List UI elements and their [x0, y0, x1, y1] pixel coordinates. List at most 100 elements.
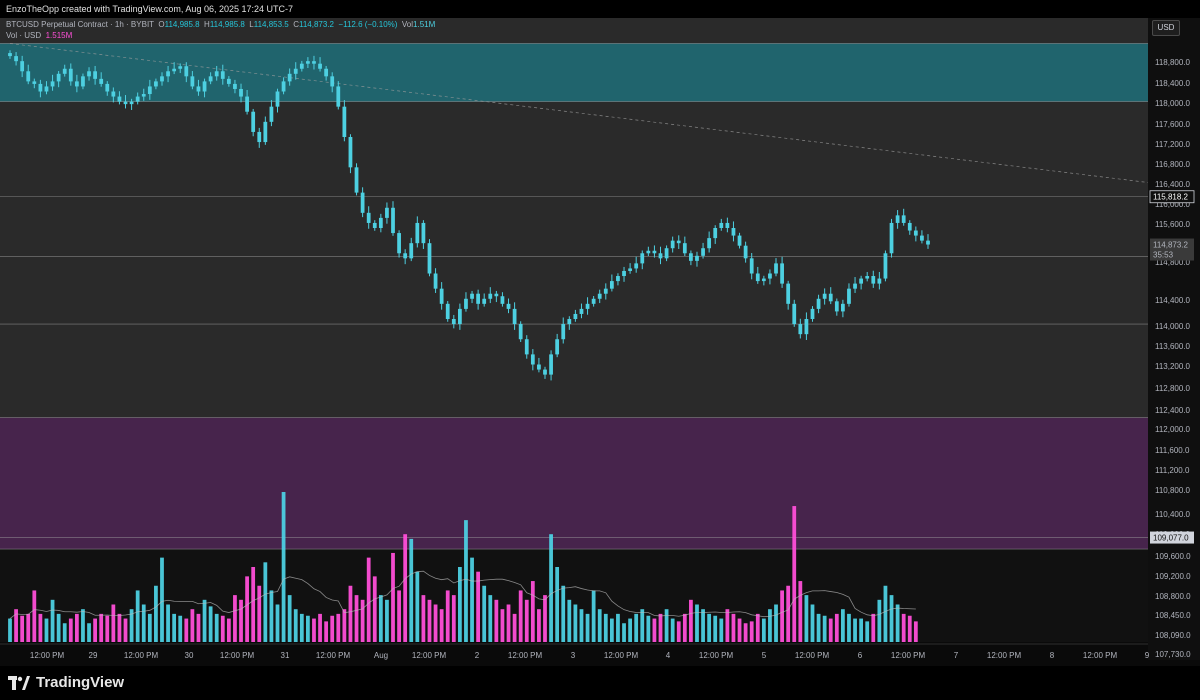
- volume-bar: [8, 618, 12, 642]
- candle: [226, 78, 231, 84]
- candle: [81, 76, 85, 87]
- volume-bar: [506, 604, 511, 642]
- volume-bar: [360, 599, 365, 642]
- candle: [591, 298, 596, 304]
- candle: [792, 303, 797, 325]
- volume-bar: [117, 613, 122, 642]
- volume-bar: [44, 618, 49, 642]
- tradingview-logo[interactable]: TradingView: [8, 674, 124, 691]
- volume-bar: [342, 609, 347, 642]
- candle: [907, 222, 912, 231]
- candle: [646, 250, 651, 254]
- volume-bar: [415, 571, 420, 642]
- volume-bar: [494, 599, 499, 642]
- attribution-bar: EnzoTheOpp created with TradingView.com,…: [0, 0, 1200, 18]
- candle: [780, 263, 784, 284]
- candle: [628, 268, 632, 271]
- candle: [20, 61, 25, 72]
- x-tick-label: 30: [185, 651, 194, 660]
- volume-bar: [409, 538, 414, 642]
- volume-bar: [445, 590, 450, 642]
- x-tick-label: 8: [1050, 651, 1055, 660]
- candle: [312, 61, 316, 64]
- y-tick-label: 116,400.0: [1155, 180, 1191, 189]
- candle: [913, 230, 918, 236]
- candle: [135, 96, 140, 102]
- volume-bar: [269, 590, 274, 642]
- candle: [275, 91, 280, 107]
- candle: [391, 207, 395, 234]
- volume-bar: [421, 595, 426, 642]
- volume-bar: [281, 492, 286, 642]
- candle: [597, 293, 602, 299]
- volume-bar: [877, 599, 882, 642]
- y-tick-label: 113,600.0: [1155, 342, 1191, 351]
- candle: [342, 106, 347, 137]
- y-tick-label: 111,600.0: [1155, 446, 1190, 455]
- candle: [360, 192, 365, 213]
- y-tick-label: 117,600.0: [1155, 120, 1191, 129]
- x-tick-label: 12:00 PM: [316, 651, 351, 660]
- candle: [543, 369, 547, 375]
- volume-bar: [476, 571, 481, 642]
- candle: [409, 243, 414, 259]
- candle: [123, 101, 128, 105]
- x-tick-label: 3: [571, 651, 576, 660]
- chart-area[interactable]: BTCUSD Perpetual Contract · 1h · BYBIT O…: [0, 18, 1200, 660]
- volume-bar: [847, 613, 851, 642]
- volume-bar: [731, 613, 736, 642]
- candle: [299, 63, 304, 69]
- y-tick-label: 107,730.0: [1155, 650, 1191, 659]
- candle: [804, 319, 809, 335]
- candle: [707, 238, 712, 249]
- currency-button[interactable]: USD: [1152, 20, 1180, 36]
- y-tick-label: 108,800.0: [1155, 592, 1191, 601]
- volume-bar: [774, 604, 778, 642]
- volume-bar: [287, 595, 292, 642]
- x-tick-label: 29: [89, 651, 98, 660]
- candle: [883, 253, 888, 279]
- volume-bar: [324, 621, 329, 642]
- volume-bar: [573, 604, 578, 642]
- candle: [196, 86, 201, 92]
- volume-bar: [682, 613, 687, 642]
- volume-bar: [816, 613, 821, 642]
- candle: [445, 303, 450, 319]
- volume-bar: [834, 613, 839, 642]
- y-tick-label: 110,400.0: [1155, 510, 1191, 519]
- volume-bar: [306, 615, 310, 642]
- volume-bar: [713, 615, 718, 642]
- volume-bar: [482, 585, 487, 642]
- x-tick-label: 12:00 PM: [699, 651, 734, 660]
- x-tick-label: 12:00 PM: [987, 651, 1022, 660]
- volume-bar: [549, 534, 553, 642]
- candle: [682, 243, 687, 254]
- candle: [530, 354, 535, 365]
- volume-bar: [889, 595, 894, 642]
- volume-bar: [597, 609, 602, 642]
- volume-bar: [457, 567, 462, 642]
- volume-bar: [749, 621, 754, 642]
- x-tick-label: 12:00 PM: [891, 651, 926, 660]
- candle: [567, 319, 572, 325]
- candle: [111, 91, 116, 97]
- volume-bar: [591, 590, 596, 642]
- candle: [99, 78, 104, 84]
- candle: [184, 66, 189, 77]
- x-tick-label: 4: [666, 651, 671, 660]
- volume-bar: [32, 590, 37, 642]
- volume-bar: [810, 604, 815, 642]
- candle: [713, 228, 718, 239]
- candle: [828, 293, 833, 302]
- y-tick-label: 111,200.0: [1155, 466, 1190, 475]
- candle: [810, 308, 815, 319]
- low-value: 114,853.5: [253, 20, 289, 29]
- volume-bar: [226, 618, 231, 642]
- tradingview-logo-icon: [8, 675, 30, 690]
- price-chart[interactable]: 118,800.0 118,400.0 118,000.0 117,600.0 117,…: [0, 18, 1200, 660]
- candle: [871, 276, 876, 284]
- candle: [62, 68, 67, 74]
- candle: [44, 86, 49, 92]
- candle: [74, 81, 79, 87]
- volume-bar: [123, 618, 128, 642]
